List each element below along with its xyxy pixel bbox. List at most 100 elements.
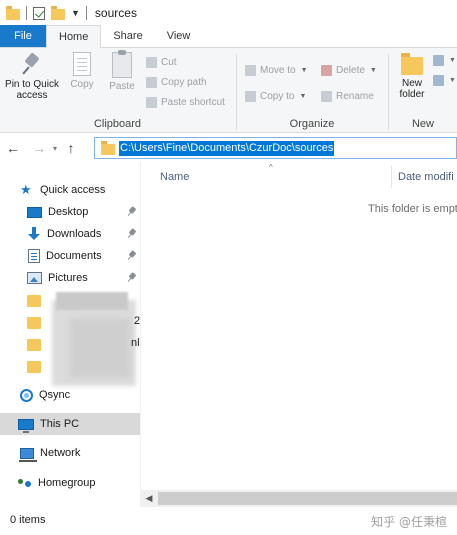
separator [85, 6, 87, 20]
nav-downloads[interactable]: Downloads [0, 223, 140, 245]
column-header: ^ Name Date modifi [141, 162, 457, 188]
new-folder-button[interactable]: New folder [393, 52, 431, 100]
new-group: New folder ▼ ▼ New [389, 48, 457, 133]
pin-icon [128, 251, 136, 260]
copy-button[interactable]: Copy [66, 52, 98, 90]
title-bar: ▼ sources [0, 0, 457, 26]
column-name[interactable]: Name [160, 171, 189, 183]
address-bar[interactable]: C:\Users\Fine\Documents\CzurDoc\sources [94, 137, 457, 159]
paste-shortcut-icon [146, 96, 157, 108]
pin-icon [128, 229, 136, 238]
forward-arrow-icon[interactable]: → [30, 140, 48, 156]
up-arrow-icon[interactable]: ↑ [62, 140, 80, 156]
star-icon: ★ [20, 182, 32, 197]
address-path[interactable]: C:\Users\Fine\Documents\CzurDoc\sources [119, 140, 335, 156]
rename-icon [321, 90, 332, 102]
nav-label: Network [40, 447, 81, 459]
empty-folder-message: This folder is empt [368, 203, 457, 215]
new-folder-icon[interactable] [51, 5, 65, 20]
copy-to-button[interactable]: Copy to ▼ [245, 88, 306, 104]
copy-path-label: Copy path [161, 76, 207, 88]
back-arrow-icon[interactable]: ← [4, 140, 22, 156]
ribbon-tabs: File Home Share View [0, 25, 457, 48]
easy-access-icon [433, 74, 444, 86]
rename-button[interactable]: Rename [321, 88, 374, 104]
nav-pictures[interactable]: Pictures [0, 267, 140, 289]
nav-quick-access[interactable]: ★ Quick access [0, 179, 140, 201]
cut-button[interactable]: Cut [146, 54, 177, 70]
folder-icon [27, 317, 41, 329]
new-item-icon [433, 54, 444, 66]
nav-label: Downloads [47, 228, 102, 240]
pin-to-quick-access-button[interactable]: Pin to Quick access [2, 52, 62, 101]
cut-label: Cut [161, 56, 177, 68]
separator [26, 6, 27, 20]
easy-access-button[interactable]: ▼ [433, 72, 456, 88]
folder-icon[interactable] [6, 5, 20, 20]
customize-toolbar-icon[interactable]: ▼ [71, 8, 80, 18]
paste-shortcut-button[interactable]: Paste shortcut [146, 94, 225, 110]
nav-label: Desktop [48, 206, 89, 218]
scissors-icon [146, 56, 157, 68]
pin-icon [128, 273, 136, 282]
new-folder-icon [401, 53, 423, 75]
nav-label: This PC [40, 418, 80, 430]
chevron-down-icon: ▼ [369, 66, 377, 74]
copy-to-icon [245, 90, 256, 102]
computer-icon [18, 418, 34, 433]
chevron-down-icon: ▼ [299, 92, 307, 100]
nav-network[interactable]: Network [0, 442, 140, 464]
copy-path-button[interactable]: Copy path [146, 74, 207, 90]
copy-to-label: Copy to [260, 90, 295, 102]
tab-view[interactable]: View [155, 25, 203, 47]
nav-label: Documents [46, 250, 102, 262]
folder-icon [27, 339, 41, 351]
delete-icon [321, 64, 332, 76]
chevron-down-icon: ▼ [300, 66, 308, 74]
qsync-icon [20, 388, 33, 402]
pin-icon [21, 52, 43, 76]
scroll-left-icon[interactable]: ◀ [143, 492, 155, 505]
copy-icon [73, 52, 91, 76]
new-item-button[interactable]: ▼ [433, 52, 456, 68]
clipboard-group: Pin to Quick access Copy Paste Cut Copy … [0, 48, 235, 133]
properties-icon[interactable] [33, 6, 45, 20]
delete-button[interactable]: Delete ▼ [321, 62, 377, 78]
sort-caret-icon: ^ [269, 163, 273, 172]
move-to-button[interactable]: Move to ▼ [245, 62, 308, 78]
nav-homegroup[interactable]: Homegroup [0, 472, 140, 494]
download-icon [27, 227, 41, 241]
move-to-label: Move to [260, 64, 296, 76]
column-divider[interactable] [391, 166, 392, 188]
horizontal-scrollbar[interactable]: ◀ [141, 490, 457, 507]
documents-icon [28, 249, 40, 263]
tab-share[interactable]: Share [101, 25, 154, 47]
scrollbar-thumb[interactable] [158, 492, 457, 505]
pin-to-quick-access-label: Pin to Quick access [5, 79, 59, 101]
item-count: 0 items [10, 514, 46, 526]
nav-desktop[interactable]: Desktop [0, 201, 140, 223]
nav-this-pc[interactable]: This PC [0, 413, 140, 435]
paste-button[interactable]: Paste [104, 50, 140, 92]
tab-file[interactable]: File [0, 25, 46, 47]
nav-label: Pictures [48, 272, 88, 284]
file-list[interactable]: ^ Name Date modifi This folder is empt [141, 162, 457, 507]
paste-label: Paste [109, 81, 135, 92]
chevron-down-icon: ▼ [449, 56, 456, 64]
nav-documents[interactable]: Documents [0, 245, 140, 267]
pin-icon [128, 207, 136, 216]
nav-qsync[interactable]: Qsync [0, 384, 140, 406]
ribbon: Pin to Quick access Copy Paste Cut Copy … [0, 48, 457, 133]
column-date-modified[interactable]: Date modifi [398, 171, 454, 183]
delete-label: Delete [336, 64, 365, 76]
copy-label: Copy [70, 79, 94, 90]
tab-home[interactable]: Home [46, 25, 102, 48]
truncated-label: nl [131, 337, 140, 349]
recent-locations-chevron-icon[interactable]: ▾ [48, 144, 62, 153]
copy-path-icon [146, 76, 157, 88]
desktop-icon [27, 206, 42, 218]
folder-icon [27, 361, 41, 373]
network-icon [19, 447, 37, 462]
chevron-down-icon: ▼ [449, 76, 456, 84]
redacted-region [56, 292, 128, 310]
